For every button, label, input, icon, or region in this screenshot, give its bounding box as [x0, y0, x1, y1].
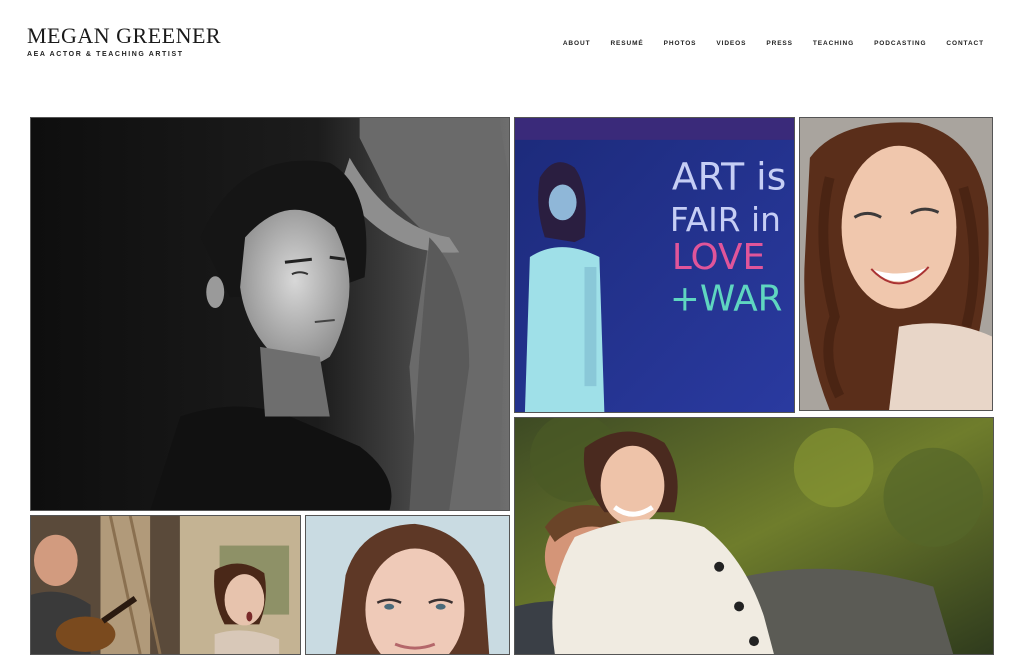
- nav-teaching[interactable]: TEACHING: [813, 39, 854, 49]
- photo-bw-portrait[interactable]: [30, 117, 510, 511]
- main-nav: ABOUT RESUMÉ PHOTOS VIDEOS PRESS TEACHIN…: [543, 39, 984, 49]
- nav-contact[interactable]: CONTACT: [946, 39, 984, 49]
- nav-resume[interactable]: RESUMÉ: [610, 39, 643, 49]
- photo-stage-guitar[interactable]: [30, 515, 301, 655]
- stage-art-is-fair-image: ART is FAIR in LOVE +WAR: [515, 118, 794, 412]
- site-header: MEGAN GREENER AEA ACTOR & TEACHING ARTIS…: [0, 0, 1024, 110]
- bw-portrait-image: [31, 118, 509, 510]
- nav-press[interactable]: PRESS: [766, 39, 793, 49]
- photo-headshot-studio[interactable]: [305, 515, 510, 655]
- site-tagline: AEA ACTOR & TEACHING ARTIST: [27, 51, 184, 58]
- nav-about[interactable]: ABOUT: [563, 39, 591, 49]
- sign-line-1: ART is: [672, 155, 786, 199]
- sign-line-3: LOVE: [672, 237, 765, 278]
- photo-couple-embrace[interactable]: [514, 417, 994, 655]
- sign-line-4: +WAR: [670, 279, 783, 320]
- headshot-smile-image: [800, 118, 992, 410]
- photo-headshot-smile[interactable]: [799, 117, 993, 411]
- brand[interactable]: MEGAN GREENER AEA ACTOR & TEACHING ARTIS…: [27, 24, 221, 59]
- headshot-studio-image: [306, 516, 509, 654]
- site-title[interactable]: MEGAN GREENER: [27, 24, 221, 48]
- nav-photos[interactable]: PHOTOS: [664, 39, 697, 49]
- photo-stage-art-is-fair[interactable]: ART is FAIR in LOVE +WAR: [514, 117, 795, 413]
- nav-podcasting[interactable]: PODCASTING: [874, 39, 926, 49]
- nav-videos[interactable]: VIDEOS: [716, 39, 746, 49]
- couple-embrace-image: [515, 418, 993, 654]
- stage-guitar-image: [31, 516, 300, 654]
- sign-line-2: FAIR in: [670, 201, 781, 239]
